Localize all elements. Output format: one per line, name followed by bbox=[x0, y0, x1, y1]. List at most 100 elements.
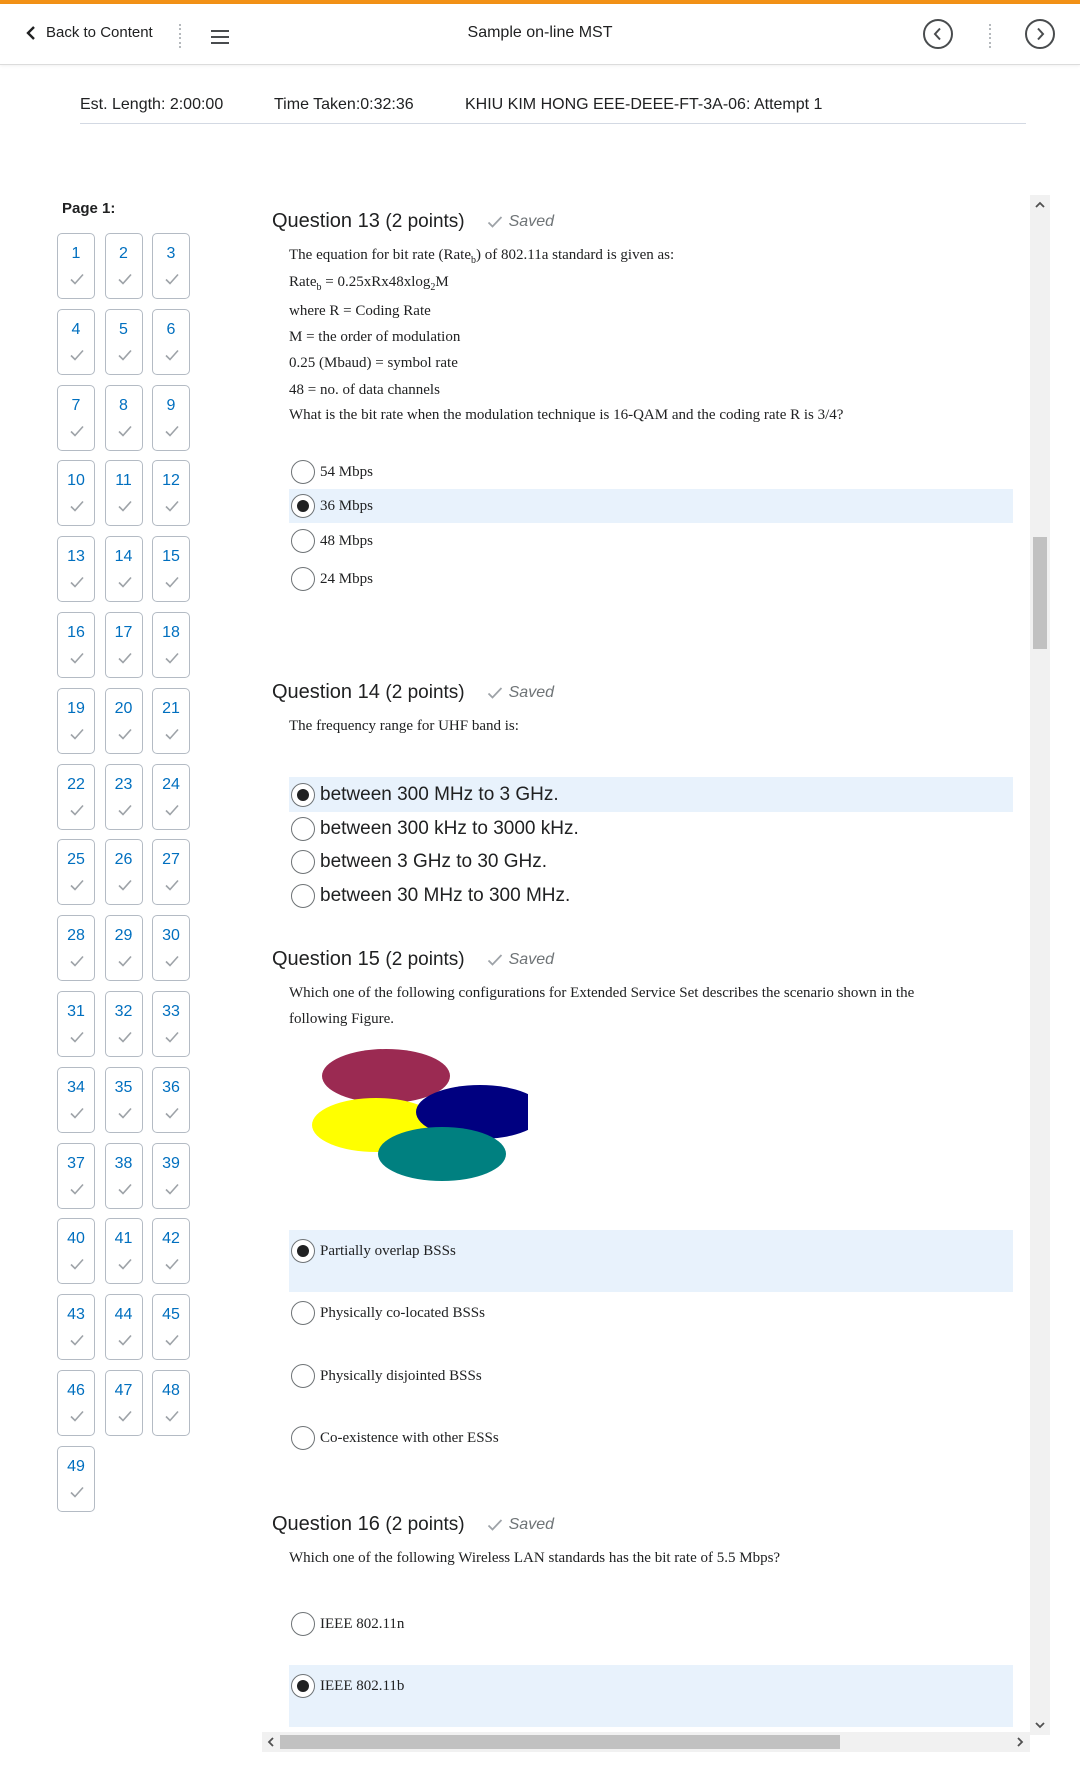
question-nav-item[interactable]: 23 bbox=[104, 763, 143, 830]
vertical-scroll-thumb[interactable] bbox=[1033, 537, 1047, 649]
radio-button[interactable] bbox=[291, 567, 315, 591]
answer-option[interactable]: 36 Mbps bbox=[289, 489, 1013, 523]
answer-option[interactable]: IEEE 802.11n bbox=[289, 1603, 1013, 1665]
question-nav-item[interactable]: 27 bbox=[152, 839, 190, 906]
scroll-right-icon[interactable] bbox=[1014, 1736, 1026, 1748]
question-number: 5 bbox=[119, 320, 128, 338]
question-nav-item[interactable]: 49 bbox=[57, 1445, 95, 1512]
question-nav-item[interactable]: 46 bbox=[57, 1370, 95, 1436]
answer-option[interactable]: between 300 kHz to 3000 kHz. bbox=[289, 811, 1013, 846]
radio-selected[interactable] bbox=[291, 1239, 315, 1263]
question-nav-item[interactable]: 20 bbox=[104, 687, 143, 754]
question-nav-item[interactable]: 32 bbox=[104, 991, 143, 1057]
question-nav-item[interactable]: 16 bbox=[57, 612, 95, 678]
question-nav-item[interactable]: 36 bbox=[152, 1066, 190, 1133]
question-nav-item[interactable]: 9 bbox=[152, 384, 190, 451]
previous-button[interactable] bbox=[923, 19, 953, 49]
question-number: 40 bbox=[67, 1230, 85, 1248]
question-label: Question 13 bbox=[272, 210, 380, 232]
question-text-line: What is the bit rate when the modulation… bbox=[289, 407, 843, 424]
more-options-icon[interactable] bbox=[178, 24, 182, 48]
question-nav-item[interactable]: 15 bbox=[152, 536, 190, 603]
question-nav-item[interactable]: 34 bbox=[57, 1066, 95, 1133]
radio-selected[interactable] bbox=[291, 494, 315, 518]
scroll-up-icon[interactable] bbox=[1034, 199, 1046, 211]
check-icon bbox=[487, 216, 502, 228]
question-nav-item[interactable]: 44 bbox=[104, 1294, 143, 1361]
answer-option[interactable]: 54 Mbps bbox=[289, 455, 1013, 489]
question-nav-item[interactable]: 24 bbox=[152, 763, 190, 830]
answer-option[interactable]: between 300 MHz to 3 GHz. bbox=[289, 777, 1013, 812]
question-nav-item[interactable]: 18 bbox=[152, 612, 190, 678]
question-nav-item[interactable]: 48 bbox=[152, 1370, 190, 1436]
radio-button[interactable] bbox=[291, 460, 315, 484]
question-nav-item[interactable]: 30 bbox=[152, 915, 190, 982]
question-nav-item[interactable]: 13 bbox=[57, 536, 95, 603]
question-nav-item[interactable]: 28 bbox=[57, 915, 95, 982]
radio-selected[interactable] bbox=[291, 782, 315, 807]
question-nav-item[interactable]: 29 bbox=[104, 915, 143, 982]
answer-option[interactable]: 24 Mbps bbox=[289, 562, 1013, 596]
answer-option[interactable]: between 3 GHz to 30 GHz. bbox=[289, 844, 1013, 879]
answer-option[interactable]: IEEE 802.11b bbox=[289, 1665, 1013, 1727]
vertical-scrollbar[interactable] bbox=[1030, 195, 1050, 1735]
scroll-left-icon[interactable] bbox=[265, 1736, 277, 1748]
question-nav-item[interactable]: 11 bbox=[104, 460, 143, 527]
radio-button[interactable] bbox=[291, 1426, 315, 1450]
question-nav-item[interactable]: 7 bbox=[57, 384, 95, 451]
question-nav-item[interactable]: 17 bbox=[104, 612, 143, 678]
question-nav-item[interactable]: 1 bbox=[57, 233, 95, 299]
radio-button[interactable] bbox=[291, 1364, 315, 1388]
radio-button[interactable] bbox=[291, 529, 315, 553]
question-nav-item[interactable]: 35 bbox=[104, 1066, 143, 1133]
answer-option[interactable]: Physically disjointed BSSs bbox=[289, 1355, 1013, 1417]
next-button[interactable] bbox=[1025, 19, 1055, 49]
question-nav-item[interactable]: 31 bbox=[57, 991, 95, 1057]
horizontal-scrollbar[interactable] bbox=[262, 1732, 1030, 1752]
question-nav-item[interactable]: 26 bbox=[104, 839, 143, 906]
question-nav-item[interactable]: 12 bbox=[152, 460, 190, 527]
question-nav-item[interactable]: 25 bbox=[57, 839, 95, 906]
question-nav-item[interactable]: 43 bbox=[57, 1294, 95, 1361]
question-number: 27 bbox=[162, 851, 180, 869]
question-nav-item[interactable]: 42 bbox=[152, 1218, 190, 1285]
radio-button[interactable] bbox=[291, 883, 315, 908]
answer-option[interactable]: 48 Mbps bbox=[289, 524, 1013, 558]
question-nav-item[interactable]: 37 bbox=[57, 1142, 95, 1209]
question-nav-item[interactable]: 5 bbox=[104, 308, 143, 375]
question-nav-item[interactable]: 22 bbox=[57, 763, 95, 830]
back-to-content-link[interactable]: Back to Content bbox=[26, 24, 153, 41]
check-icon bbox=[70, 349, 84, 361]
question-nav-item[interactable]: 10 bbox=[57, 460, 95, 527]
radio-button[interactable] bbox=[291, 1301, 315, 1325]
answer-option[interactable]: Co-existence with other ESSs bbox=[289, 1417, 1013, 1479]
radio-button[interactable] bbox=[291, 1612, 315, 1636]
answer-option[interactable]: between 30 MHz to 300 MHz. bbox=[289, 878, 1013, 913]
question-nav-item[interactable]: 3 bbox=[152, 233, 190, 299]
question-nav-item[interactable]: 41 bbox=[104, 1218, 143, 1285]
question-nav-item[interactable]: 21 bbox=[152, 687, 190, 754]
est-length: Est. Length: 2:00:00 bbox=[80, 96, 224, 113]
question-nav-item[interactable]: 6 bbox=[152, 308, 190, 375]
horizontal-scroll-thumb[interactable] bbox=[280, 1735, 840, 1749]
question-nav-item[interactable]: 19 bbox=[57, 687, 95, 754]
radio-button[interactable] bbox=[291, 849, 315, 874]
question-nav-item[interactable]: 2 bbox=[104, 233, 143, 299]
question-nav-item[interactable]: 4 bbox=[57, 308, 95, 375]
radio-button[interactable] bbox=[291, 816, 315, 841]
question-nav-item[interactable]: 14 bbox=[104, 536, 143, 603]
answer-option[interactable]: Physically co-located BSSs bbox=[289, 1292, 1013, 1354]
question-nav-item[interactable]: 33 bbox=[152, 991, 190, 1057]
question-nav-item[interactable]: 38 bbox=[104, 1142, 143, 1209]
menu-icon[interactable] bbox=[211, 30, 229, 44]
check-icon bbox=[165, 804, 179, 816]
question-nav-item[interactable]: 39 bbox=[152, 1142, 190, 1209]
question-nav-item[interactable]: 8 bbox=[104, 384, 143, 451]
question-nav-item[interactable]: 47 bbox=[104, 1370, 143, 1436]
scroll-down-icon[interactable] bbox=[1034, 1719, 1046, 1731]
answer-option[interactable]: Partially overlap BSSs bbox=[289, 1230, 1013, 1292]
question-number: 43 bbox=[67, 1306, 85, 1324]
question-nav-item[interactable]: 40 bbox=[57, 1218, 95, 1285]
question-nav-item[interactable]: 45 bbox=[152, 1294, 190, 1361]
radio-selected[interactable] bbox=[291, 1674, 315, 1698]
